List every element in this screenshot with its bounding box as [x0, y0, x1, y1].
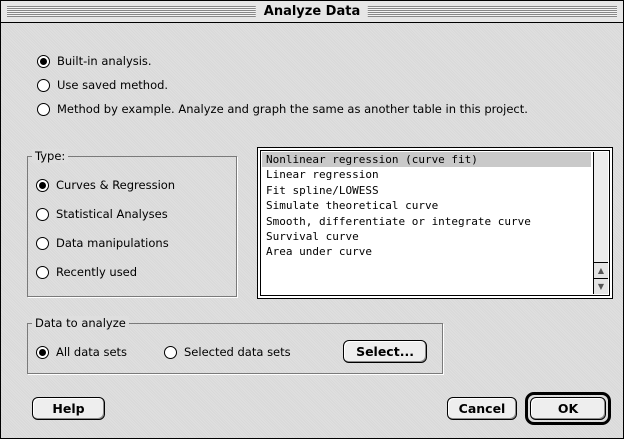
analysis-list[interactable]: Nonlinear regression (curve fit) Linear …	[257, 147, 613, 299]
scroll-up-arrow-icon[interactable]: ▲	[594, 262, 608, 278]
list-item[interactable]: Fit spline/LOWESS	[262, 183, 591, 198]
radio-label: Data manipulations	[56, 236, 169, 250]
radio-button[interactable]	[37, 54, 50, 68]
list-item[interactable]: Survival curve	[262, 229, 591, 244]
radio-method-by-example[interactable]: Method by example. Analyze and graph the…	[37, 102, 528, 116]
title-bar[interactable]: Analyze Data	[1, 1, 623, 23]
radio-label: All data sets	[56, 345, 128, 359]
radio-selected-data-sets[interactable]: Selected data sets	[164, 345, 291, 359]
list-item[interactable]: Nonlinear regression (curve fit)	[262, 152, 591, 168]
analysis-list-items: Nonlinear regression (curve fit) Linear …	[262, 152, 591, 260]
help-button[interactable]: Help	[32, 397, 105, 420]
analyze-data-dialog: Analyze Data Built-in analysis. Use save…	[0, 0, 624, 439]
radio-data-manipulations[interactable]: Data manipulations	[36, 236, 169, 250]
radio-recently-used[interactable]: Recently used	[36, 265, 137, 279]
radio-button[interactable]	[36, 265, 49, 279]
radio-label: Statistical Analyses	[56, 207, 168, 221]
radio-button[interactable]	[36, 178, 49, 192]
list-item[interactable]: Smooth, differentiate or integrate curve	[262, 214, 591, 229]
radio-button[interactable]	[37, 102, 50, 116]
ok-button[interactable]: OK	[530, 397, 606, 420]
radio-label: Recently used	[56, 265, 138, 279]
radio-button[interactable]	[164, 345, 177, 359]
radio-statistical-analyses[interactable]: Statistical Analyses	[36, 207, 168, 221]
radio-button[interactable]	[36, 207, 49, 221]
cancel-button[interactable]: Cancel	[447, 397, 517, 420]
radio-button[interactable]	[36, 236, 49, 250]
radio-label: Curves & Regression	[56, 178, 176, 192]
list-item[interactable]: Linear regression	[262, 167, 591, 182]
radio-all-data-sets[interactable]: All data sets	[36, 345, 127, 359]
radio-label: Use saved method.	[57, 78, 169, 92]
select-button[interactable]: Select...	[343, 340, 427, 363]
radio-curves-regression[interactable]: Curves & Regression	[36, 178, 175, 192]
radio-button[interactable]	[37, 78, 50, 92]
list-scrollbar[interactable]: ▲ ▼	[593, 152, 608, 294]
radio-label: Method by example. Analyze and graph the…	[57, 102, 528, 116]
radio-use-saved-method[interactable]: Use saved method.	[37, 78, 168, 92]
radio-label: Selected data sets	[184, 345, 291, 359]
data-group-title: Data to analyze	[32, 316, 129, 330]
radio-label: Built-in analysis.	[57, 54, 152, 68]
radio-button[interactable]	[36, 345, 49, 359]
radio-built-in-analysis[interactable]: Built-in analysis.	[37, 54, 152, 68]
type-group-title: Type:	[32, 149, 69, 163]
scroll-down-arrow-icon[interactable]: ▼	[594, 278, 608, 294]
window-title: Analyze Data	[255, 3, 369, 20]
list-item[interactable]: Area under curve	[262, 244, 591, 259]
list-item[interactable]: Simulate theoretical curve	[262, 198, 591, 213]
